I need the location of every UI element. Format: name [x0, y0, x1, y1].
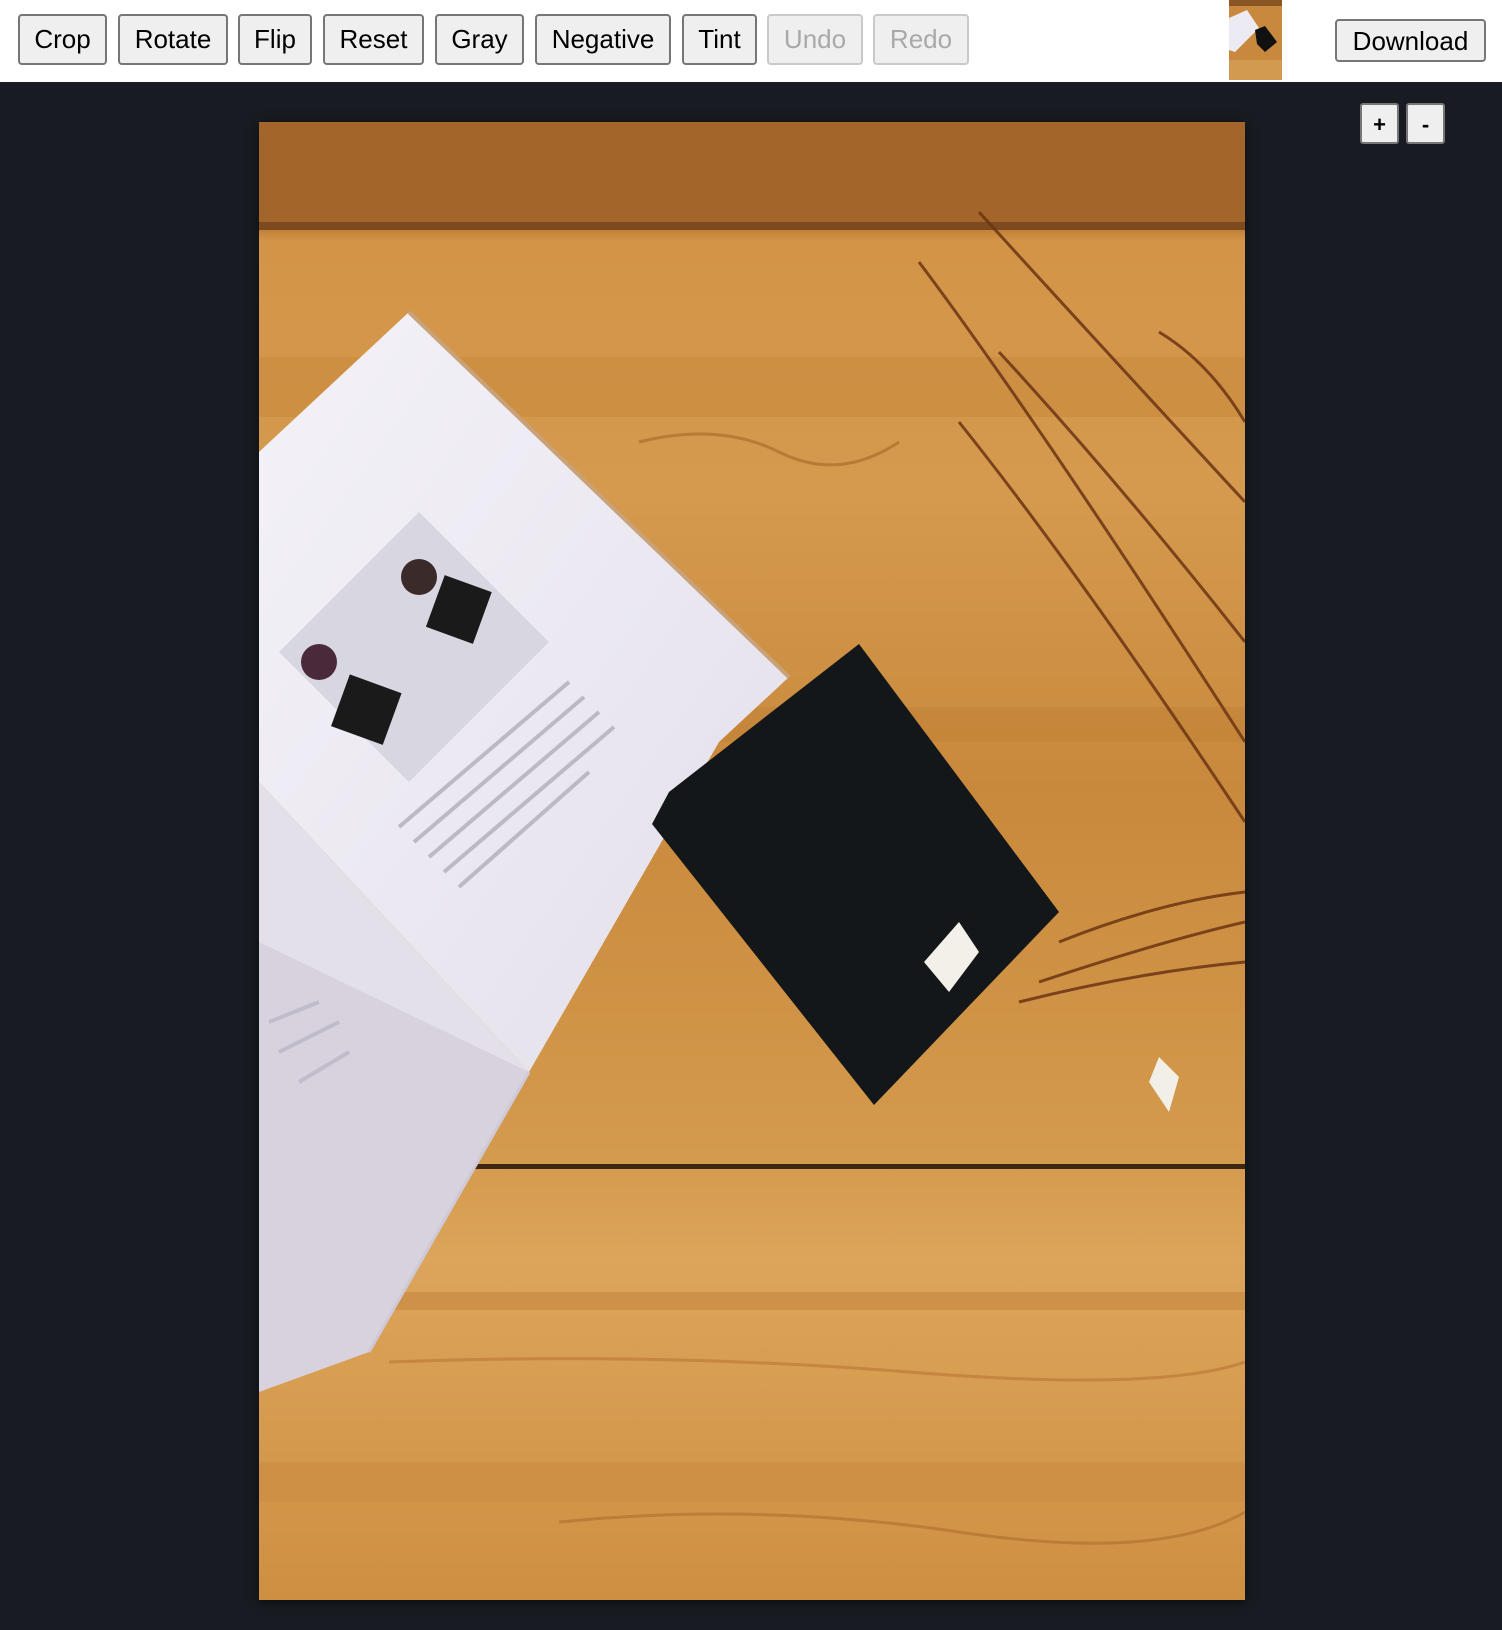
zoom-in-button[interactable]: +: [1360, 103, 1399, 144]
rotate-button[interactable]: Rotate: [118, 14, 228, 65]
image-thumbnail[interactable]: [1229, 0, 1282, 80]
canvas-area: + -: [0, 82, 1502, 1630]
download-button[interactable]: Download: [1335, 19, 1486, 62]
photo-open-book-on-wooden-table-icon: [259, 122, 1245, 1600]
redo-button[interactable]: Redo: [873, 14, 969, 65]
editor-toolbar: Crop Rotate Flip Reset Gray Negative Tin…: [0, 0, 1502, 82]
gray-button[interactable]: Gray: [435, 14, 524, 65]
thumbnail-icon: [1229, 0, 1282, 80]
reset-button[interactable]: Reset: [323, 14, 424, 65]
undo-button[interactable]: Undo: [767, 14, 863, 65]
negative-button[interactable]: Negative: [535, 14, 671, 65]
flip-button[interactable]: Flip: [238, 14, 312, 65]
tint-button[interactable]: Tint: [682, 14, 757, 65]
zoom-out-button[interactable]: -: [1406, 103, 1445, 144]
crop-button[interactable]: Crop: [18, 14, 107, 65]
edited-image[interactable]: [259, 122, 1245, 1600]
